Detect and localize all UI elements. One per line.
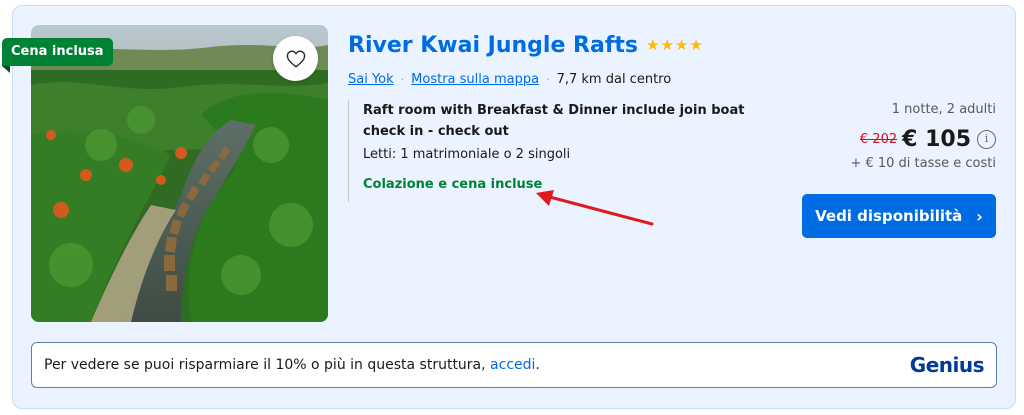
property-title[interactable]: River Kwai Jungle Rafts — [348, 33, 638, 58]
save-favorite-button[interactable] — [273, 36, 318, 81]
genius-banner: Per vedere se puoi risparmiare il 10% o … — [31, 342, 997, 388]
genius-logo: Genius — [909, 353, 985, 377]
current-price: € 105 — [902, 127, 971, 152]
price-block: 1 notte, 2 adulti € 202 € 105 i + € 10 d… — [850, 100, 996, 171]
original-price: € 202 — [859, 132, 898, 147]
location-link[interactable]: Sai Yok — [348, 72, 394, 87]
location-row: Sai Yok · Mostra sulla mappa · 7,7 km da… — [348, 68, 671, 90]
sign-in-link[interactable]: accedi — [490, 357, 535, 373]
see-availability-button[interactable]: Vedi disponibilità › — [802, 194, 996, 238]
badge-fold — [2, 66, 10, 73]
chevron-right-icon: › — [976, 206, 983, 226]
separator-dot: · — [546, 72, 550, 86]
dinner-included-badge: Cena inclusa — [2, 38, 113, 66]
separator-dot: · — [400, 72, 405, 86]
bed-info: Letti: 1 matrimoniale o 2 singoli — [363, 147, 571, 162]
see-availability-label: Vedi disponibilità — [815, 207, 963, 225]
star-rating-icon: ★★★★ — [646, 36, 704, 54]
distance-from-center: 7,7 km dal centro — [556, 71, 672, 87]
taxes-and-fees: + € 10 di tasse e costi — [850, 156, 996, 171]
price-row: € 202 € 105 i — [850, 127, 996, 152]
genius-message: Per vedere se puoi risparmiare il 10% o … — [44, 357, 540, 373]
info-icon[interactable]: i — [977, 130, 996, 149]
heart-icon — [286, 49, 305, 68]
stay-summary: 1 notte, 2 adulti — [891, 102, 996, 117]
genius-message-text: Per vedere se puoi risparmiare il 10% o … — [44, 357, 491, 373]
annotation-arrow-icon — [536, 190, 654, 226]
genius-message-period: . — [535, 357, 540, 373]
title-row: River Kwai Jungle Rafts ★★★★ — [348, 30, 704, 60]
room-name: Raft room with Breakfast & Dinner includ… — [363, 103, 745, 139]
show-on-map-link[interactable]: Mostra sulla mappa — [411, 72, 539, 87]
